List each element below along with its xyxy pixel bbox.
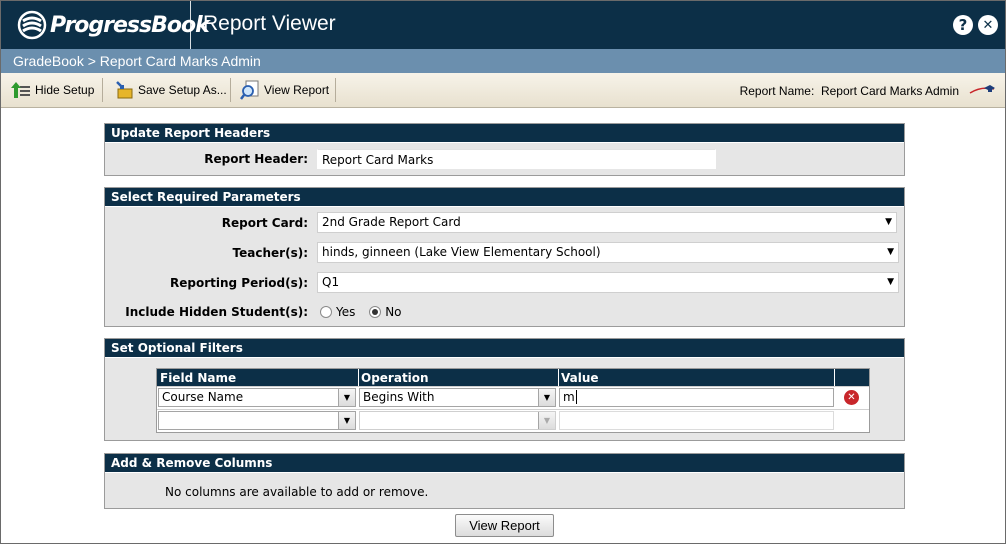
magnifier-report-icon: [240, 80, 259, 100]
filters-grid-header: Field Name Operation Value: [157, 369, 869, 387]
app-header: ProgressBook Report Viewer ? ✕: [1, 1, 1005, 49]
report-header-label: Report Header:: [204, 152, 308, 166]
field-name-select[interactable]: Course Name ▼: [158, 388, 356, 407]
filters-grid: Field Name Operation Value Course Name ▼…: [156, 368, 870, 433]
help-icon[interactable]: ?: [953, 15, 973, 35]
operation-select[interactable]: Begins With ▼: [359, 388, 556, 407]
arrow-up-icon: [11, 82, 30, 98]
toolbar: Hide Setup Save Setup As... View Report …: [1, 73, 1005, 108]
view-report-button[interactable]: View Report: [455, 514, 554, 537]
report-name-display: Report Name: Report Card Marks Admin: [740, 84, 959, 98]
chevron-down-icon: ▼: [538, 389, 555, 406]
field-name-value: Course Name: [162, 390, 244, 404]
reporting-period-value: Q1: [322, 275, 340, 289]
hidden-students-label: Include Hidden Student(s):: [125, 305, 308, 319]
column-header-value: Value: [558, 369, 599, 387]
radio-unchecked-icon: [320, 306, 332, 318]
hidden-students-radio-group: Yes No: [320, 305, 412, 321]
report-header-input[interactable]: Report Card Marks: [317, 149, 716, 169]
report-viewer-window: ProgressBook Report Viewer ? ✕ GradeBook…: [0, 0, 1006, 544]
chevron-down-icon: ▼: [338, 412, 355, 429]
hidden-students-no-radio[interactable]: No: [369, 305, 402, 319]
column-header-field-name: Field Name: [160, 371, 237, 385]
report-name-value: Report Card Marks Admin: [820, 84, 959, 98]
value-input[interactable]: m: [559, 388, 834, 407]
field-name-select[interactable]: ▼: [158, 411, 356, 430]
radio-checked-icon: [369, 306, 382, 318]
chevron-down-icon: ▼: [887, 277, 894, 287]
operation-value: Begins With: [363, 390, 435, 404]
breadcrumb-text: GradeBook > Report Card Marks Admin: [13, 53, 261, 69]
value-text: m: [563, 390, 575, 404]
breadcrumb: GradeBook > Report Card Marks Admin: [1, 49, 1005, 73]
save-setup-icon: [116, 81, 133, 99]
report-graduation-icon: [969, 85, 995, 94]
value-input: [559, 411, 834, 430]
panel-title: Set Optional Filters: [105, 339, 904, 358]
view-report-toolbar-button[interactable]: View Report: [240, 78, 329, 102]
chevron-down-icon: ▼: [338, 389, 355, 406]
required-parameters-panel: Select Required Parameters Report Card: …: [104, 187, 905, 327]
panel-title: Select Required Parameters: [105, 188, 904, 207]
hidden-students-yes-radio[interactable]: Yes: [320, 305, 355, 319]
report-card-label: Report Card:: [221, 216, 308, 230]
teachers-value: hinds, ginneen (Lake View Elementary Sch…: [322, 245, 601, 259]
toolbar-separator: [230, 78, 231, 102]
logo-text: ProgressBook: [50, 12, 210, 38]
filter-row: ▼ ▼: [157, 409, 869, 432]
teachers-label: Teacher(s):: [232, 246, 308, 260]
close-icon[interactable]: ✕: [978, 15, 998, 35]
toolbar-separator: [335, 78, 336, 102]
chevron-down-icon: ▼: [538, 412, 555, 429]
report-card-value: 2nd Grade Report Card: [322, 215, 461, 229]
hide-setup-button[interactable]: Hide Setup: [11, 78, 94, 102]
toolbar-separator: [102, 78, 103, 102]
panel-title: Update Report Headers: [105, 124, 904, 143]
reporting-period-select[interactable]: Q1 ▼: [317, 272, 899, 293]
delete-filter-icon[interactable]: ✕: [844, 390, 859, 405]
report-card-select[interactable]: 2nd Grade Report Card ▼: [317, 212, 897, 233]
progressbook-logo-icon: [17, 10, 47, 40]
column-header-actions: [834, 369, 835, 386]
no-label: No: [385, 305, 402, 319]
app-title: Report Viewer: [203, 12, 336, 35]
teachers-select[interactable]: hinds, ginneen (Lake View Elementary Sch…: [317, 242, 899, 263]
update-report-headers-panel: Update Report Headers Report Header: Rep…: [104, 123, 905, 176]
operation-select-disabled: ▼: [359, 411, 556, 430]
save-setup-label: Save Setup As...: [138, 83, 227, 97]
filter-row: Course Name ▼ Begins With ▼ m ✕: [157, 386, 869, 409]
yes-label: Yes: [336, 305, 356, 319]
chevron-down-icon: ▼: [887, 247, 894, 257]
panel-title: Add & Remove Columns: [105, 454, 904, 473]
text-caret: [575, 390, 577, 404]
add-remove-columns-panel: Add & Remove Columns No columns are avai…: [104, 453, 905, 509]
view-report-toolbar-label: View Report: [264, 83, 330, 97]
optional-filters-panel: Set Optional Filters Field Name Operatio…: [104, 338, 905, 441]
column-header-operation: Operation: [358, 369, 429, 387]
hide-setup-label: Hide Setup: [35, 83, 95, 97]
header-divider: [190, 1, 191, 49]
save-setup-as-button[interactable]: Save Setup As...: [114, 78, 227, 102]
report-name-label: Report Name:: [739, 84, 815, 98]
reporting-period-label: Reporting Period(s):: [170, 276, 308, 290]
progressbook-logo: ProgressBook: [17, 10, 210, 40]
chevron-down-icon: ▼: [885, 217, 892, 227]
no-columns-message: No columns are available to add or remov…: [165, 485, 429, 499]
